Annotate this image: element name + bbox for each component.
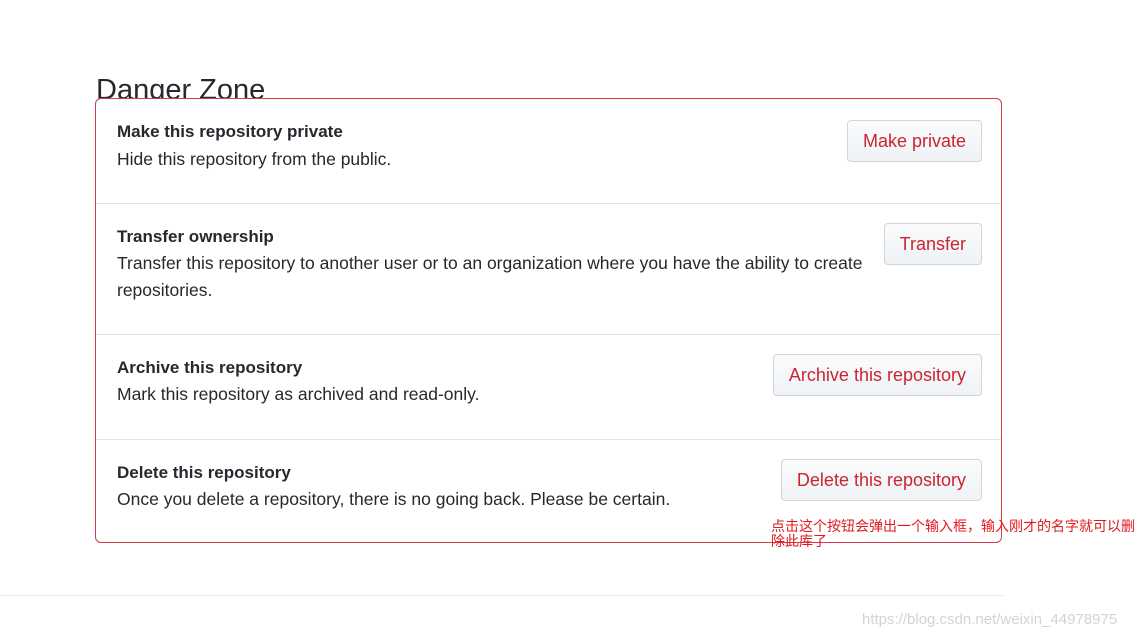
row-description: Once you delete a repository, there is n… [117, 489, 671, 509]
danger-row-transfer: Transfer ownership Transfer this reposit… [96, 203, 1001, 334]
row-title: Make this repository private [117, 122, 343, 141]
annotation-note: 点击这个按钮会弹出一个输入框，输入刚才的名字就可以删除此库了 [771, 519, 1135, 550]
make-private-button[interactable]: Make private [846, 120, 982, 162]
row-description: Hide this repository from the public. [117, 149, 392, 169]
delete-repository-button[interactable]: Delete this repository [780, 459, 982, 501]
row-description: Mark this repository as archived and rea… [117, 384, 480, 404]
transfer-button[interactable]: Transfer [883, 223, 982, 265]
archive-button[interactable]: Archive this repository [772, 354, 982, 396]
danger-row-make-private: Make this repository private Hide this r… [96, 99, 1001, 203]
row-title: Delete this repository [117, 463, 291, 482]
row-description: Transfer this repository to another user… [117, 253, 863, 300]
danger-zone-box: Make this repository private Hide this r… [95, 98, 1002, 543]
row-title: Archive this repository [117, 358, 303, 377]
danger-row-archive: Archive this repository Mark this reposi… [96, 334, 1001, 439]
divider [0, 595, 1004, 596]
watermark: https://blog.csdn.net/weixin_44978975 [862, 611, 1118, 628]
row-title: Transfer ownership [117, 227, 274, 246]
